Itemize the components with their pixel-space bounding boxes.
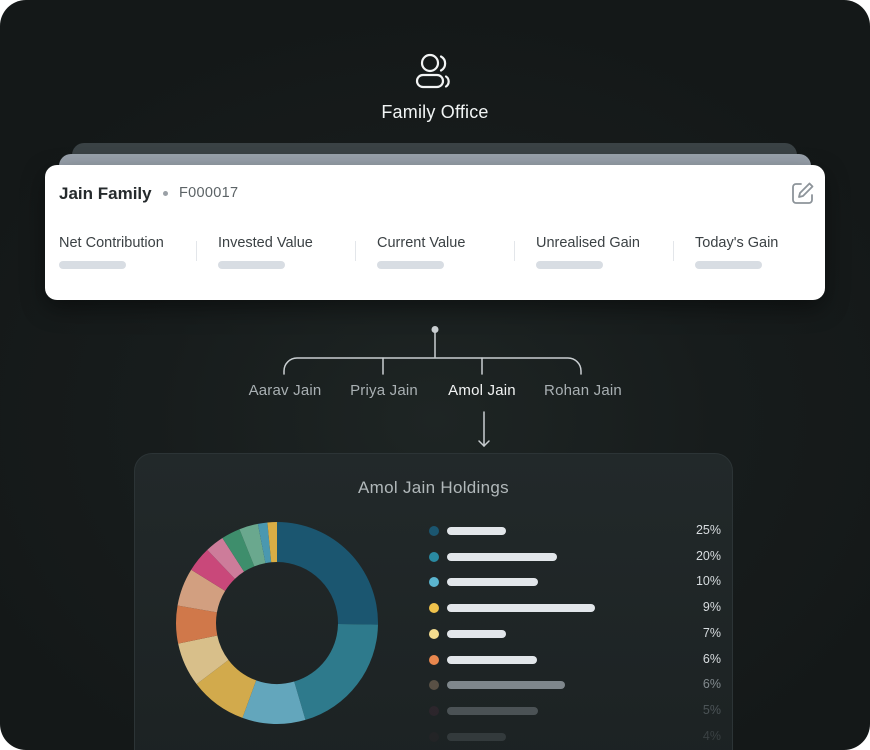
metric-value-placeholder [377, 261, 444, 269]
legend-label-placeholder [447, 629, 506, 638]
family-card[interactable]: Jain Family F000017 Net Contribution Inv… [45, 165, 825, 300]
family-tree-connector [283, 326, 582, 448]
legend-percent: 10% [695, 574, 721, 589]
metric-label: Net Contribution [59, 235, 164, 251]
legend-row: 20% [427, 549, 721, 564]
legend-color-dot [429, 603, 439, 614]
holdings-panel: Amol Jain Holdings 25% 20% 10% 9% 7% 6% 6% 5% 4% [134, 453, 733, 750]
legend-row: 6% [427, 677, 721, 692]
metric-todays-gain: Today's Gain [695, 235, 845, 269]
legend-row: 10% [427, 574, 721, 589]
metric-label: Unrealised Gain [536, 235, 640, 251]
separator-dot [163, 191, 168, 196]
legend-color-dot [429, 526, 439, 536]
holdings-donut-chart [176, 522, 378, 724]
legend-color-dot [429, 551, 439, 562]
edit-icon[interactable] [790, 180, 816, 206]
legend-label-placeholder [447, 706, 538, 715]
legend-percent: 4% [702, 728, 721, 743]
family-name: Jain Family [59, 184, 152, 203]
legend-label-placeholder [447, 552, 557, 561]
metric-value-placeholder [218, 261, 285, 269]
metric-divider [514, 241, 515, 261]
metric-value-placeholder [536, 261, 603, 269]
legend-color-dot [429, 680, 439, 691]
legend-percent: 6% [702, 677, 721, 692]
metric-label: Invested Value [218, 235, 313, 251]
legend-label-placeholder [447, 527, 506, 535]
metric-label: Current Value [377, 235, 466, 251]
metric-label: Today's Gain [695, 235, 779, 251]
legend-percent: 9% [702, 600, 721, 615]
legend-label-placeholder [447, 681, 565, 690]
metric-divider [196, 241, 197, 261]
metric-divider [355, 241, 356, 261]
legend-color-dot [429, 654, 439, 665]
legend-color-dot [429, 577, 439, 588]
legend-percent: 6% [702, 651, 721, 666]
metric-current-value: Current Value [377, 235, 527, 269]
member-priya-jain[interactable]: Priya Jain [350, 382, 418, 399]
metric-unrealised-gain: Unrealised Gain [536, 235, 686, 269]
legend-percent: 7% [702, 625, 721, 640]
holdings-title: Amol Jain Holdings [358, 478, 509, 497]
member-rohan-jain[interactable]: Rohan Jain [544, 382, 622, 399]
metric-net-contribution: Net Contribution [59, 235, 209, 269]
legend-row: 7% [427, 626, 721, 641]
legend-label-placeholder [447, 732, 506, 741]
page-title: Family Office [381, 102, 489, 122]
legend-row: 5% [427, 703, 721, 718]
legend-label-placeholder [447, 655, 537, 664]
legend-row: 25% [427, 523, 721, 538]
app-canvas: Family Office Jain Family F000017 Net Co… [0, 0, 870, 750]
legend-row: 4% [427, 729, 721, 744]
member-amol-jain[interactable]: Amol Jain [448, 382, 516, 399]
users-icon [415, 53, 450, 89]
family-code: F000017 [179, 185, 239, 201]
legend-label-placeholder [447, 578, 538, 587]
legend-label-placeholder [447, 604, 595, 613]
donut-slice [294, 623, 378, 720]
metric-invested-value: Invested Value [218, 235, 368, 269]
legend-color-dot [429, 705, 439, 716]
legend-percent: 20% [695, 548, 721, 563]
legend-color-dot [429, 731, 439, 742]
legend-row: 6% [427, 652, 721, 667]
metric-value-placeholder [695, 261, 762, 269]
legend-percent: 25% [695, 523, 721, 537]
legend-row: 9% [427, 600, 721, 615]
metric-divider [673, 241, 674, 261]
metric-value-placeholder [59, 261, 126, 269]
legend-percent: 5% [702, 702, 721, 717]
legend-color-dot [429, 628, 439, 639]
donut-slice [277, 522, 378, 625]
member-aarav-jain[interactable]: Aarav Jain [249, 382, 322, 399]
